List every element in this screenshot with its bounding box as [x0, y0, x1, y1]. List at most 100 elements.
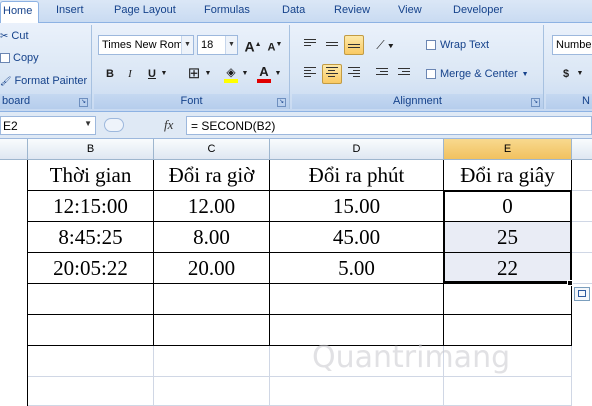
align-middle-icon: [326, 37, 338, 48]
table-cell[interactable]: 45.00: [270, 222, 444, 253]
merge-center-button[interactable]: Merge & Center ▼: [426, 64, 529, 84]
align-top-button[interactable]: [300, 35, 320, 55]
align-center-icon: [326, 65, 338, 79]
chevron-down-icon[interactable]: ▼: [84, 119, 92, 128]
italic-button[interactable]: I: [120, 64, 140, 84]
chevron-down-icon[interactable]: ▼: [574, 64, 586, 84]
format-painter-button[interactable]: 🖌 Format Painter: [0, 75, 87, 87]
align-right-icon: [348, 65, 360, 79]
table-cell[interactable]: 8.00: [154, 222, 270, 253]
table-cell[interactable]: [154, 315, 270, 346]
tab-developer[interactable]: Developer: [453, 4, 503, 16]
font-launcher-icon[interactable]: ↘: [277, 98, 286, 107]
tab-formulas[interactable]: Formulas: [204, 4, 250, 16]
auto-fill-options-button[interactable]: [574, 287, 590, 301]
column-header-b[interactable]: B: [28, 139, 154, 160]
orientation-button[interactable]: ⟋ ▾: [370, 35, 400, 55]
table-cell[interactable]: 25: [444, 222, 572, 253]
borders-icon[interactable]: ⊞: [184, 64, 204, 84]
fill-color-button[interactable]: ◈: [221, 64, 241, 84]
formula-bar-resize-handle[interactable]: [104, 118, 124, 132]
copy-button[interactable]: Copy: [0, 52, 39, 64]
shrink-font-button[interactable]: A▼: [265, 35, 285, 55]
table-cell[interactable]: [154, 284, 270, 315]
table-cell[interactable]: 20.00: [154, 253, 270, 284]
insert-function-icon[interactable]: fx: [164, 117, 173, 133]
font-name-combo[interactable]: Times New Rom ▼: [98, 35, 194, 55]
align-left-button[interactable]: [300, 64, 320, 84]
table-cell[interactable]: [28, 284, 154, 315]
decrease-indent-button[interactable]: [372, 64, 392, 84]
table-header-cell[interactable]: Đổi ra giờ: [154, 160, 270, 191]
tab-home[interactable]: Home: [0, 1, 40, 24]
chevron-down-icon[interactable]: ▼: [239, 64, 251, 84]
table-cell[interactable]: 12.00: [154, 191, 270, 222]
cut-label: Cut: [11, 30, 29, 42]
table-cell[interactable]: [572, 222, 592, 253]
font-color-button[interactable]: A: [254, 64, 274, 84]
column-header-f[interactable]: [572, 139, 592, 160]
font-size-combo[interactable]: 18 ▼: [197, 35, 238, 55]
alignment-launcher-icon[interactable]: ↘: [531, 98, 540, 107]
align-bottom-button[interactable]: [344, 35, 364, 55]
table-cell[interactable]: [572, 191, 592, 222]
cut-button[interactable]: ✂ Cut: [0, 30, 29, 42]
align-center-button[interactable]: [322, 64, 342, 84]
bold-button[interactable]: B: [100, 64, 120, 84]
table-cell[interactable]: 8:45:25: [28, 222, 154, 253]
chevron-down-icon[interactable]: ▼: [225, 36, 237, 54]
table-cell[interactable]: [28, 346, 154, 377]
table-cell[interactable]: [270, 377, 444, 406]
tab-page-layout[interactable]: Page Layout: [114, 4, 176, 16]
alignment-group: ⟋ ▾ Wrap Text Merge & Center ▼ Alignment…: [292, 25, 544, 109]
tab-data[interactable]: Data: [282, 4, 305, 16]
currency-button[interactable]: $: [556, 64, 576, 84]
table-cell[interactable]: [572, 160, 592, 191]
fill-handle[interactable]: [567, 280, 573, 286]
table-cell[interactable]: [28, 315, 154, 346]
table-cell[interactable]: 15.00: [270, 191, 444, 222]
table-cell[interactable]: 12:15:00: [28, 191, 154, 222]
column-header-c[interactable]: C: [154, 139, 270, 160]
wrap-text-button[interactable]: Wrap Text: [426, 35, 489, 55]
table-cell[interactable]: [154, 346, 270, 377]
chevron-down-icon[interactable]: ▼: [272, 64, 284, 84]
font-color-swatch: [257, 79, 271, 83]
table-header-cell[interactable]: Thời gian: [28, 160, 154, 191]
tab-view[interactable]: View: [398, 4, 422, 16]
align-top-icon: [304, 37, 316, 48]
align-bottom-icon: [348, 36, 360, 50]
chevron-down-icon[interactable]: ▼: [202, 64, 214, 84]
increase-indent-button[interactable]: [394, 64, 414, 84]
active-cell[interactable]: 0: [444, 191, 572, 222]
name-box[interactable]: E2 ▼: [0, 116, 96, 135]
scissors-icon: ✂: [0, 30, 9, 42]
table-cell[interactable]: [270, 284, 444, 315]
clipboard-launcher-icon[interactable]: ↘: [79, 98, 88, 107]
number-format-combo[interactable]: Numbe: [552, 35, 592, 55]
table-cell[interactable]: [572, 253, 592, 284]
tab-insert[interactable]: Insert: [56, 4, 84, 16]
table-cell[interactable]: 20:05:22: [28, 253, 154, 284]
chevron-down-icon[interactable]: ▼: [158, 64, 170, 84]
chevron-down-icon[interactable]: ▼: [181, 36, 193, 54]
font-color-letter: A: [259, 64, 269, 79]
column-header-e[interactable]: E: [444, 139, 572, 160]
table-cell[interactable]: 5.00: [270, 253, 444, 284]
table-header-cell[interactable]: Đổi ra giây: [444, 160, 572, 191]
alignment-group-label: Alignment: [292, 94, 543, 109]
table-header-cell[interactable]: Đổi ra phút: [270, 160, 444, 191]
formula-input[interactable]: = SECOND(B2): [186, 116, 592, 135]
align-middle-button[interactable]: [322, 35, 342, 55]
chevron-down-icon[interactable]: ▼: [522, 71, 529, 78]
align-right-button[interactable]: [344, 64, 364, 84]
table-cell[interactable]: [444, 377, 572, 406]
table-cell[interactable]: [28, 377, 154, 406]
table-cell[interactable]: [444, 284, 572, 315]
table-cell[interactable]: [154, 377, 270, 406]
select-all-corner[interactable]: [0, 139, 28, 160]
grow-font-button[interactable]: A▲: [243, 35, 263, 55]
table-cell[interactable]: 22: [444, 253, 572, 284]
tab-review[interactable]: Review: [334, 4, 370, 16]
column-header-d[interactable]: D: [270, 139, 444, 160]
